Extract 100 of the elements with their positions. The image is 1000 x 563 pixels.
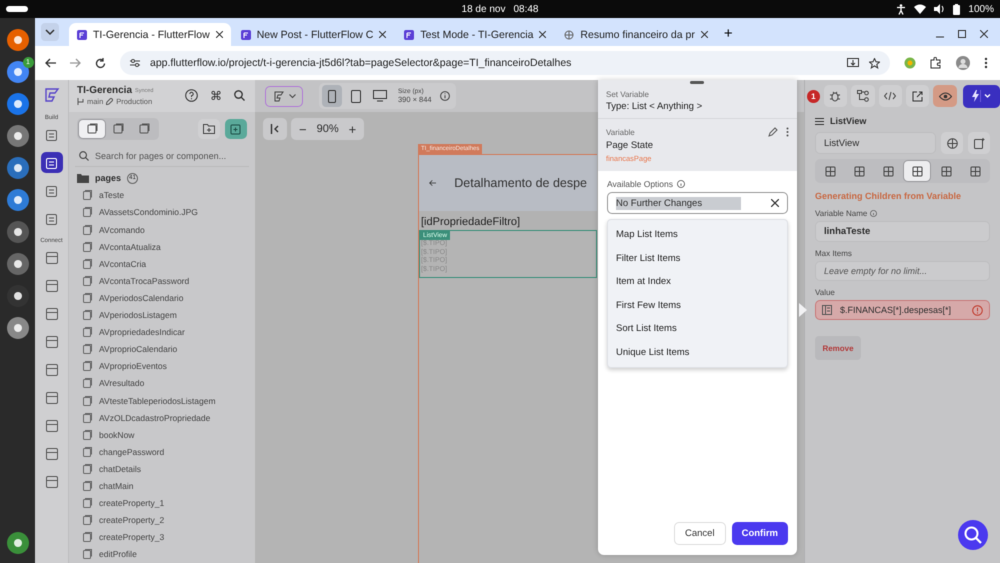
app-launcher-icon[interactable] (6, 60, 30, 84)
search-field[interactable]: Search for pages or componen... (95, 148, 245, 164)
close-icon[interactable] (539, 31, 546, 38)
browser-tab[interactable]: TI-Gerencia - FlutterFlow (69, 23, 231, 46)
widget-name-field[interactable]: ListView (815, 132, 936, 154)
options-dropdown-field[interactable]: No Further Changes (607, 192, 788, 214)
page-list-item[interactable]: bookNow (99, 430, 134, 440)
page-list-item[interactable]: AVcontaCria (99, 258, 146, 269)
page-list-item[interactable]: AVtesteTableperiodosListagem (99, 396, 216, 406)
install-app-icon[interactable] (847, 58, 859, 68)
app-launcher-icon[interactable] (6, 188, 30, 212)
more-options-icon[interactable] (786, 127, 789, 137)
star-icon[interactable] (869, 58, 880, 68)
language-button[interactable] (941, 132, 963, 154)
app-launcher-icon[interactable] (6, 284, 30, 308)
address-bar[interactable]: app.flutterflow.io/project/t-i-gerencia-jt5d6l?tab=pageSelector&page=TI_financeiroDetalhes (120, 51, 890, 75)
info-icon[interactable] (677, 180, 685, 188)
browser-tab[interactable]: New Post - FlutterFlow C (232, 23, 394, 46)
error-count-badge[interactable]: 1 (807, 90, 820, 102)
info-icon[interactable] (870, 210, 878, 217)
page-list-item[interactable]: AVcontaAtualiza (99, 242, 161, 252)
app-launcher-icon[interactable] (6, 252, 30, 276)
app-launcher-icon[interactable] (6, 124, 30, 148)
open-external-button[interactable] (906, 85, 930, 107)
page-list-item[interactable]: chatDetails (99, 464, 142, 474)
app-launcher-icon[interactable] (6, 28, 30, 52)
profile-avatar-icon[interactable] (956, 56, 970, 70)
page-list-item[interactable]: AVresultado (99, 378, 144, 388)
browser-tab[interactable]: Resumo financeiro da pr (556, 23, 716, 46)
flutterflow-logo[interactable] (42, 86, 60, 104)
help-icon[interactable] (185, 89, 198, 102)
page-list-item[interactable]: AVperiodosCalendario (99, 292, 184, 303)
page-list-item[interactable]: createProperty_2 (99, 515, 164, 526)
edit-icon[interactable] (768, 127, 778, 137)
volume-icon[interactable] (934, 4, 946, 14)
add-note-button[interactable] (968, 132, 990, 154)
remove-button[interactable]: Remove (815, 336, 861, 360)
menu-option[interactable]: Map List Items (608, 223, 787, 246)
more-options-icon[interactable] (984, 57, 988, 69)
property-tab[interactable] (904, 161, 930, 181)
page-list-item[interactable]: AVcomando (99, 224, 145, 235)
view-toggle[interactable] (79, 120, 105, 138)
app-launcher-icon[interactable] (6, 156, 30, 180)
debug-button[interactable] (824, 85, 848, 107)
maximize-icon[interactable] (958, 30, 966, 38)
zoom-out-button[interactable]: − (299, 122, 307, 136)
search-icon[interactable] (234, 90, 245, 102)
phone-preview-button[interactable] (322, 85, 342, 107)
mode-selector-button[interactable] (265, 86, 303, 106)
menu-option[interactable]: Filter List Items (608, 246, 787, 270)
activities-indicator-icon[interactable] (6, 6, 28, 12)
page-list-item[interactable]: AVcontaTrocaPassword (99, 276, 190, 286)
variable-name-field[interactable]: linhaTeste (815, 221, 990, 242)
menu-option[interactable]: First Few Items (608, 294, 787, 317)
new-tab-button[interactable]: + (724, 25, 733, 42)
forward-arrow-icon[interactable] (70, 58, 81, 68)
add-folder-button[interactable] (198, 118, 220, 139)
page-list-item[interactable]: AVzOLDcadastroPropriedade (99, 412, 210, 423)
page-list-item[interactable]: AVproprioCalendario (99, 344, 178, 354)
page-list-item[interactable]: editProfile (99, 549, 137, 560)
page-list-item[interactable]: aTeste (99, 190, 124, 200)
close-icon[interactable] (700, 31, 708, 38)
battery-icon[interactable] (953, 4, 960, 14)
back-arrow-icon[interactable] (429, 178, 436, 188)
collapse-panel-button[interactable] (263, 118, 287, 140)
preview-button[interactable] (933, 85, 957, 107)
nav-tool-button[interactable] (40, 152, 62, 173)
max-items-field[interactable]: Leave empty for no limit... (815, 261, 990, 281)
menu-option[interactable]: Item at Index (608, 270, 787, 294)
menu-option[interactable]: Sort List Items (608, 317, 787, 340)
app-launcher-icon[interactable] (6, 92, 30, 116)
add-page-button[interactable] (225, 118, 247, 139)
drag-handle[interactable] (690, 81, 704, 84)
value-field[interactable]: $.FINANCAS[*].despesas[*] (815, 300, 990, 320)
app-launcher-icon[interactable] (6, 531, 30, 555)
app-launcher-icon[interactable] (6, 316, 30, 340)
back-arrow-icon[interactable] (45, 58, 56, 68)
page-list-item[interactable]: changePassword (99, 446, 164, 457)
browser-tab[interactable]: Test Mode - TI-Gerencia (396, 23, 554, 46)
page-list-item[interactable]: createProperty_3 (99, 532, 164, 542)
menu-option[interactable]: Unique List Items (608, 340, 787, 364)
info-icon[interactable] (440, 91, 450, 101)
close-icon[interactable] (379, 31, 386, 38)
run-button[interactable] (962, 84, 1000, 108)
page-list-item[interactable]: AVpropriedadesIndicar (99, 327, 185, 338)
confirm-button[interactable]: Confirm (732, 522, 788, 545)
close-icon[interactable] (980, 30, 988, 38)
page-list-item[interactable]: AVassetsCondominio.JPG (99, 207, 198, 218)
page-list-item[interactable]: createProperty_1 (99, 498, 164, 508)
accessibility-icon[interactable] (896, 4, 906, 14)
cancel-button[interactable]: Cancel (674, 522, 726, 545)
search-button[interactable] (958, 520, 988, 550)
tab-search-icon[interactable] (41, 23, 59, 41)
page-list-item[interactable]: AVproprioEventos (99, 361, 167, 372)
wifi-icon[interactable] (914, 4, 926, 14)
page-list-item[interactable]: AVperiodosListagem (99, 310, 177, 320)
app-launcher-icon[interactable] (6, 220, 30, 244)
widget-tree-button[interactable] (851, 85, 875, 107)
clear-icon[interactable] (771, 199, 779, 207)
puzzle-piece-icon[interactable] (930, 57, 942, 69)
